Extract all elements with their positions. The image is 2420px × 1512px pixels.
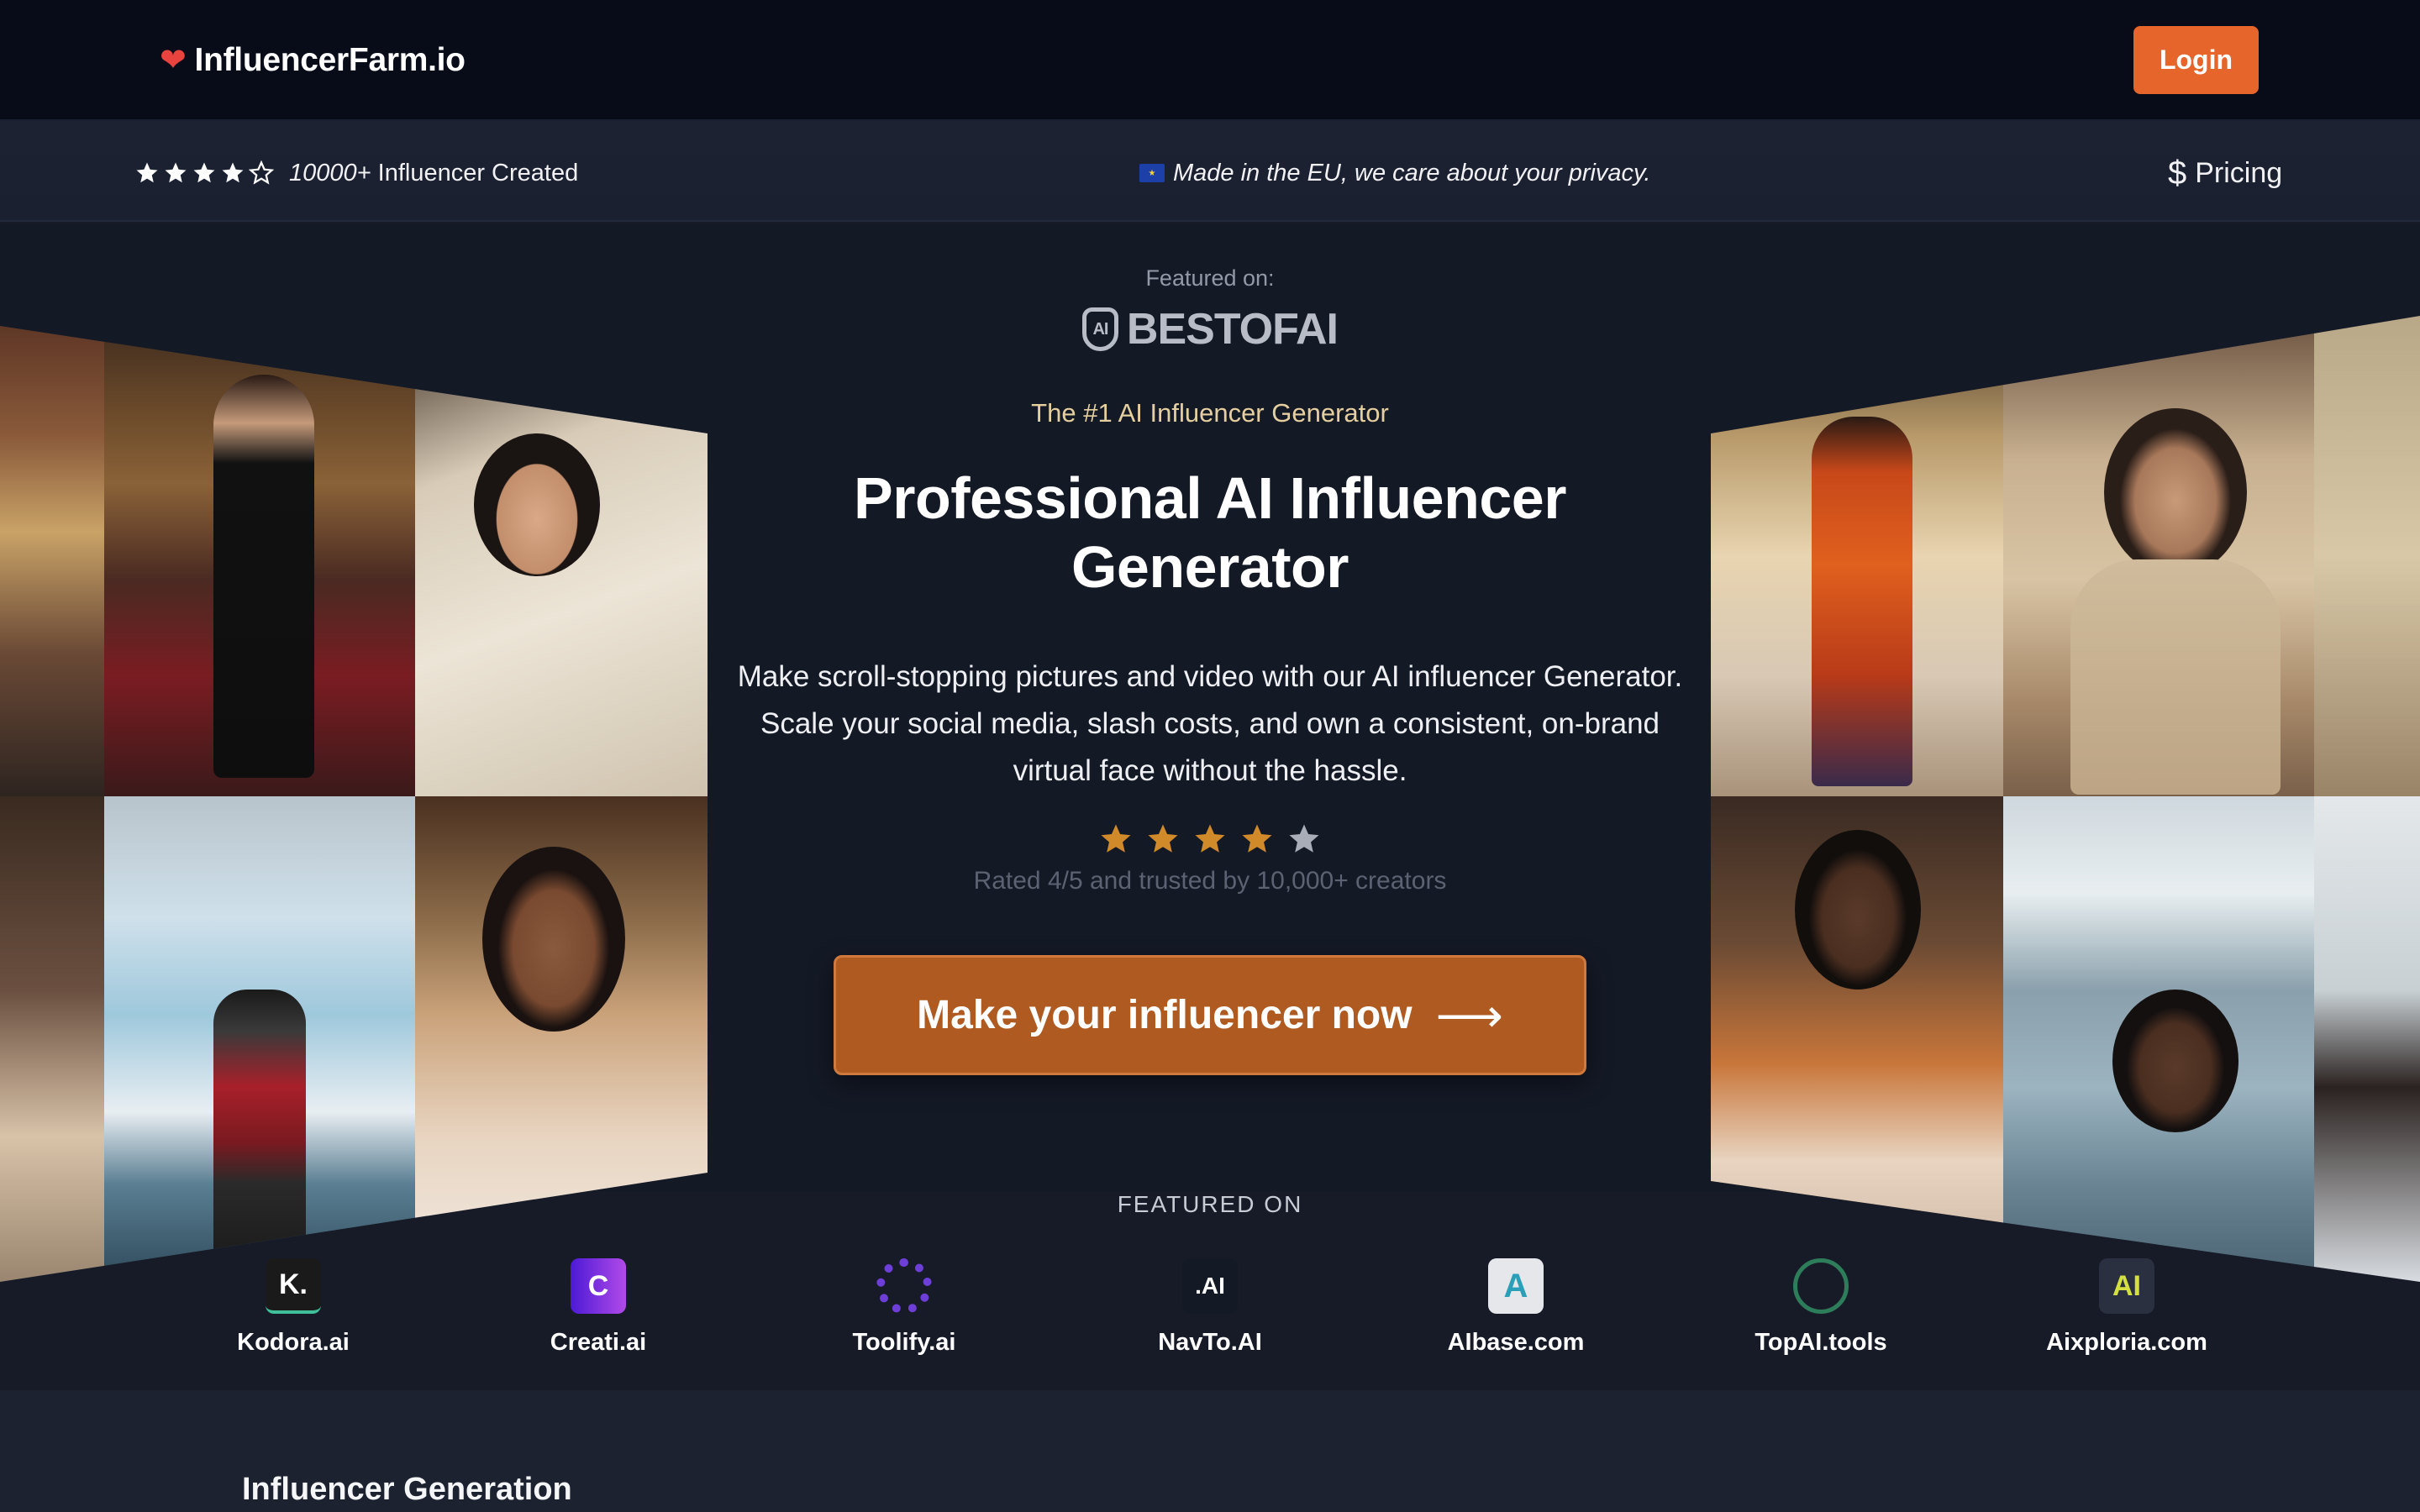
featured-logo-name: NavTo.AI [1158, 1329, 1262, 1356]
eu-note-text: Made in the EU, we care about your priva… [1173, 159, 1651, 186]
photo-tile [415, 326, 708, 796]
photo-tile [1711, 796, 2003, 1282]
headline-line-1: Professional AI Influencer [854, 465, 1566, 531]
photo-wall-right [1711, 316, 2420, 1282]
top-nav: ❤ InfluencerFarm.io Login [0, 0, 2420, 121]
photo-tile [2314, 796, 2420, 1282]
photo-tile [104, 326, 415, 796]
featured-logo-name: Creati.ai [550, 1329, 647, 1356]
star-filled-icon [1148, 824, 1178, 853]
rating-stars [1092, 822, 1328, 864]
featured-on-heading: FEATURED ON [1117, 1191, 1303, 1217]
featured-on-label: Featured on: [1145, 265, 1275, 291]
featured-logo-name: Aixploria.com [2046, 1329, 2207, 1356]
featured-logo-name: TopAI.tools [1754, 1329, 1887, 1356]
hero-description: Make scroll-stopping pictures and video … [737, 660, 1683, 787]
star-filled-icon [1242, 824, 1272, 853]
photo-tile [0, 326, 104, 796]
dollar-icon: $ [2168, 154, 2187, 192]
brand-logo[interactable]: ❤ InfluencerFarm.io [160, 39, 466, 82]
featured-logo-name: Kodora.ai [237, 1329, 350, 1356]
star-filled-icon [165, 162, 187, 183]
heart-icon: ❤ [160, 43, 187, 78]
photo-tile [2003, 316, 2314, 796]
arrow-right-icon: ⟶ [1435, 988, 1503, 1042]
cta-label: Make your influencer now [917, 993, 1413, 1037]
star-filled-icon [136, 162, 158, 183]
eu-flag-icon: ★ [1139, 164, 1165, 182]
star-filled-icon [193, 162, 215, 183]
created-count-text: 10000+ Influencer Created [289, 159, 579, 186]
featured-logo-icon [876, 1258, 932, 1314]
hero-headline: Professional AI Influencer Generator [790, 464, 1630, 601]
pricing-link[interactable]: $ Pricing [2168, 155, 2282, 192]
featured-logo-icon: A [1488, 1258, 1544, 1314]
photo-wall-left [0, 326, 708, 1282]
featured-logo-icon: C [571, 1258, 626, 1314]
pricing-label: Pricing [2195, 156, 2283, 189]
headline-line-2: Generator [1071, 534, 1349, 600]
featured-logos: K. Kodora.ai C Creati.ai Toolify.ai .AI NavTo.… [0, 1258, 2420, 1393]
featured-logo-item[interactable]: Toolify.ai [803, 1258, 1005, 1393]
photo-tile [1711, 316, 2003, 796]
featured-logo-icon: AI [2099, 1258, 2154, 1314]
photo-tile [104, 796, 415, 1282]
featured-logo-item[interactable]: A AIbase.com [1415, 1258, 1617, 1393]
rated-text: Rated 4/5 and trusted by 10,000+ creator… [973, 867, 1447, 895]
rating-stars-small [134, 160, 274, 186]
featured-logo-item[interactable]: TopAI.tools [1720, 1258, 1922, 1393]
hero-section: Featured on: AI BESTOFAI The #1 AI Influ… [0, 223, 2420, 1282]
hero-tagline: The #1 AI Influencer Generator [1031, 398, 1389, 428]
star-filled-icon [1195, 824, 1225, 853]
influencer-generation-title: Influencer Generation [242, 1472, 572, 1507]
photo-tile [415, 796, 708, 1282]
eu-privacy-note: ★ Made in the EU, we care about your pri… [1139, 155, 1650, 192]
bestofai-logo[interactable]: AI BESTOFAI [1082, 297, 1339, 361]
brand-name: InfluencerFarm.io [194, 42, 466, 78]
featured-logo-icon: K. [266, 1258, 321, 1314]
bestofai-badge-icon: AI [1082, 307, 1118, 351]
featured-logo-icon: .AI [1182, 1258, 1238, 1314]
bestofai-wordmark: BESTOFAI [1126, 305, 1339, 354]
creator-rating: 10000+ Influencer Created [134, 155, 578, 192]
make-influencer-button[interactable]: Make your influencer now ⟶ [834, 955, 1586, 1075]
featured-logo-item[interactable]: C Creati.ai [497, 1258, 699, 1393]
featured-logo-icon [1793, 1258, 1849, 1314]
star-filled-icon [1101, 824, 1131, 853]
star-filled-icon [222, 162, 244, 183]
login-button[interactable]: Login [2133, 26, 2259, 94]
photo-tile [0, 796, 104, 1282]
photo-tile [2003, 796, 2314, 1282]
featured-logo-name: AIbase.com [1447, 1329, 1585, 1356]
featured-logo-item[interactable]: .AI NavTo.AI [1109, 1258, 1311, 1393]
featured-logo-item[interactable]: AI Aixploria.com [2026, 1258, 2228, 1393]
featured-logo-item[interactable]: K. Kodora.ai [192, 1258, 394, 1393]
photo-tile [2314, 316, 2420, 796]
star-empty-icon [1289, 824, 1319, 853]
star-empty-icon [249, 160, 274, 185]
featured-logo-name: Toolify.ai [852, 1329, 956, 1356]
